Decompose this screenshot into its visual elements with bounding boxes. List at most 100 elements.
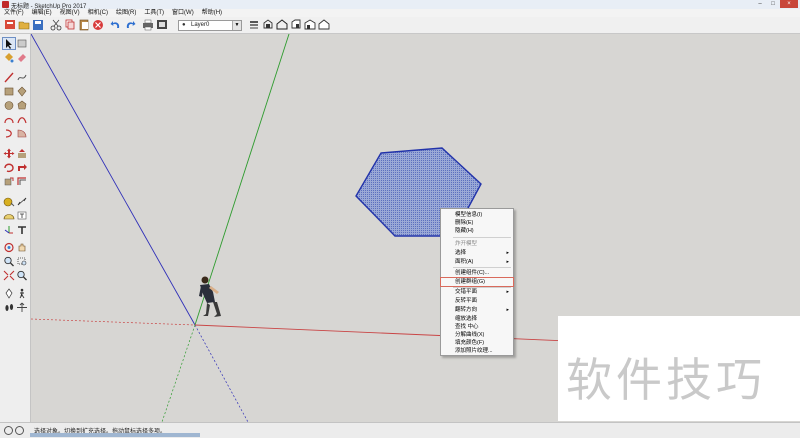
- ctx-entity-info[interactable]: 模型信息(I): [441, 211, 513, 219]
- menu-camera[interactable]: 相机(C): [84, 9, 112, 17]
- previous-view-icon[interactable]: [16, 270, 28, 281]
- cut-icon[interactable]: [50, 18, 62, 31]
- make-component-icon[interactable]: [16, 38, 28, 49]
- rotate-tool-icon[interactable]: [3, 162, 15, 173]
- ctx-delete[interactable]: 删除(E): [441, 219, 513, 227]
- offset-tool-icon[interactable]: [16, 176, 28, 187]
- tool-palette: [0, 34, 31, 422]
- menu-tools[interactable]: 工具(T): [140, 9, 168, 17]
- save-icon[interactable]: [32, 18, 44, 31]
- pie-tool-icon[interactable]: [16, 128, 28, 139]
- ctx-reverse-faces[interactable]: 反转平面: [441, 297, 513, 305]
- ctx-make-component[interactable]: 创建组件(C)...: [441, 269, 513, 277]
- title-bar: 无标题 - SketchUp Pro 2017 – □ ×: [0, 0, 800, 10]
- window-controls: – □ ×: [754, 0, 798, 8]
- walk-tool-icon[interactable]: [16, 288, 28, 299]
- menu-help[interactable]: 帮助(H): [198, 9, 226, 17]
- ctx-flip-along[interactable]: 翻转方向 ▸: [441, 306, 513, 314]
- credits-icon[interactable]: [15, 426, 24, 435]
- model-info-icon[interactable]: [156, 18, 168, 31]
- axes-tool-icon[interactable]: [3, 224, 15, 235]
- zoom-extents-icon[interactable]: [3, 270, 15, 281]
- zoom-tool-icon[interactable]: [3, 256, 15, 267]
- ctx-select[interactable]: 选择 ▸: [441, 249, 513, 257]
- chevron-down-icon[interactable]: ▼: [232, 21, 241, 30]
- eraser-icon[interactable]: [16, 52, 28, 63]
- zoom-window-icon[interactable]: [16, 256, 28, 267]
- paint-bucket-icon[interactable]: [3, 52, 15, 63]
- section-plane-icon[interactable]: [16, 302, 28, 313]
- ctx-explode-curve[interactable]: 分解曲线(X): [441, 331, 513, 339]
- submenu-arrow-icon: ▸: [506, 289, 509, 295]
- back-view-icon[interactable]: [318, 18, 330, 31]
- rotated-rectangle-icon[interactable]: [16, 86, 28, 97]
- geo-location-icon[interactable]: [4, 426, 13, 435]
- text-tool-icon[interactable]: [16, 210, 28, 221]
- ctx-intersect-faces[interactable]: 交错平面 ▸: [441, 288, 513, 296]
- menu-view[interactable]: 视图(V): [56, 9, 84, 17]
- ctx-fill-color[interactable]: 填充颜色(F): [441, 339, 513, 347]
- menu-edit[interactable]: 编辑(E): [28, 9, 56, 17]
- follow-me-icon[interactable]: [16, 162, 28, 173]
- ctx-hide[interactable]: 隐藏(H): [441, 227, 513, 235]
- menu-window[interactable]: 窗口(W): [168, 9, 198, 17]
- maximize-button[interactable]: □: [767, 0, 779, 8]
- main-toolbar: ● Layer0 ▼: [0, 17, 800, 34]
- new-file-icon[interactable]: [4, 18, 16, 31]
- footprints-icon[interactable]: [3, 302, 15, 313]
- ctx-explode-model[interactable]: 炸开模型: [441, 240, 513, 248]
- redo-icon[interactable]: [124, 18, 136, 31]
- green-axis: [194, 34, 290, 326]
- freehand-icon[interactable]: [16, 72, 28, 83]
- tape-measure-icon[interactable]: [3, 196, 15, 207]
- ctx-zoom-selection[interactable]: 缩放选择: [441, 315, 513, 323]
- close-button[interactable]: ×: [780, 0, 798, 8]
- layer-dropdown[interactable]: ● Layer0 ▼: [178, 20, 242, 31]
- iso-view-icon[interactable]: [262, 18, 274, 31]
- arc-tool-icon[interactable]: [3, 114, 15, 125]
- right-view-icon[interactable]: [304, 18, 316, 31]
- open-folder-icon[interactable]: [18, 18, 30, 31]
- front-view-icon[interactable]: [290, 18, 302, 31]
- paste-icon[interactable]: [78, 18, 90, 31]
- app-icon: [2, 1, 9, 8]
- ctx-add-photo-texture[interactable]: 添加照片纹理...: [441, 347, 513, 355]
- layer-dropdown-value: Layer0: [191, 22, 210, 28]
- move-tool-icon[interactable]: [3, 148, 15, 159]
- pan-tool-icon[interactable]: [16, 242, 28, 253]
- top-view-icon[interactable]: [276, 18, 288, 31]
- line-tool-icon[interactable]: [3, 72, 15, 83]
- context-menu: 模型信息(I) 删除(E) 隐藏(H) 炸开模型 选择 ▸ 面积(A) ▸ 创建组件…: [440, 208, 514, 356]
- minimize-button[interactable]: –: [754, 0, 766, 8]
- push-pull-icon[interactable]: [16, 148, 28, 159]
- print-icon[interactable]: [142, 18, 154, 31]
- ctx-find-center[interactable]: 查找 中心: [441, 323, 513, 331]
- watermark: 软件技巧: [558, 316, 800, 421]
- two-point-arc-icon[interactable]: [16, 114, 28, 125]
- erase-icon[interactable]: [92, 18, 104, 31]
- taskbar-strip: [30, 433, 200, 437]
- protractor-icon[interactable]: [3, 210, 15, 221]
- circle-tool-icon[interactable]: [3, 100, 15, 111]
- rectangle-tool-icon[interactable]: [3, 86, 15, 97]
- submenu-arrow-icon: ▸: [506, 259, 509, 265]
- orbit-tool-icon[interactable]: [3, 242, 15, 253]
- blue-axis: [31, 34, 196, 326]
- ctx-area[interactable]: 面积(A) ▸: [441, 258, 513, 266]
- position-camera-icon[interactable]: [3, 288, 15, 299]
- select-tool-icon[interactable]: [2, 37, 16, 50]
- copy-icon[interactable]: [64, 18, 76, 31]
- three-point-arc-icon[interactable]: [3, 128, 15, 139]
- layer-manager-icon[interactable]: [248, 18, 260, 31]
- menu-draw[interactable]: 绘图(R): [112, 9, 140, 17]
- submenu-arrow-icon: ▸: [506, 307, 509, 313]
- dimension-tool-icon[interactable]: [16, 196, 28, 207]
- scale-figure: [199, 276, 221, 317]
- scale-tool-icon[interactable]: [3, 176, 15, 187]
- ctx-make-group[interactable]: 创建群组(G): [440, 277, 514, 287]
- 3d-text-icon[interactable]: [16, 224, 28, 235]
- menu-file[interactable]: 文件(F): [0, 9, 28, 17]
- undo-icon[interactable]: [110, 18, 122, 31]
- polygon-tool-icon[interactable]: [16, 100, 28, 111]
- current-layer-marker: ●: [182, 22, 186, 28]
